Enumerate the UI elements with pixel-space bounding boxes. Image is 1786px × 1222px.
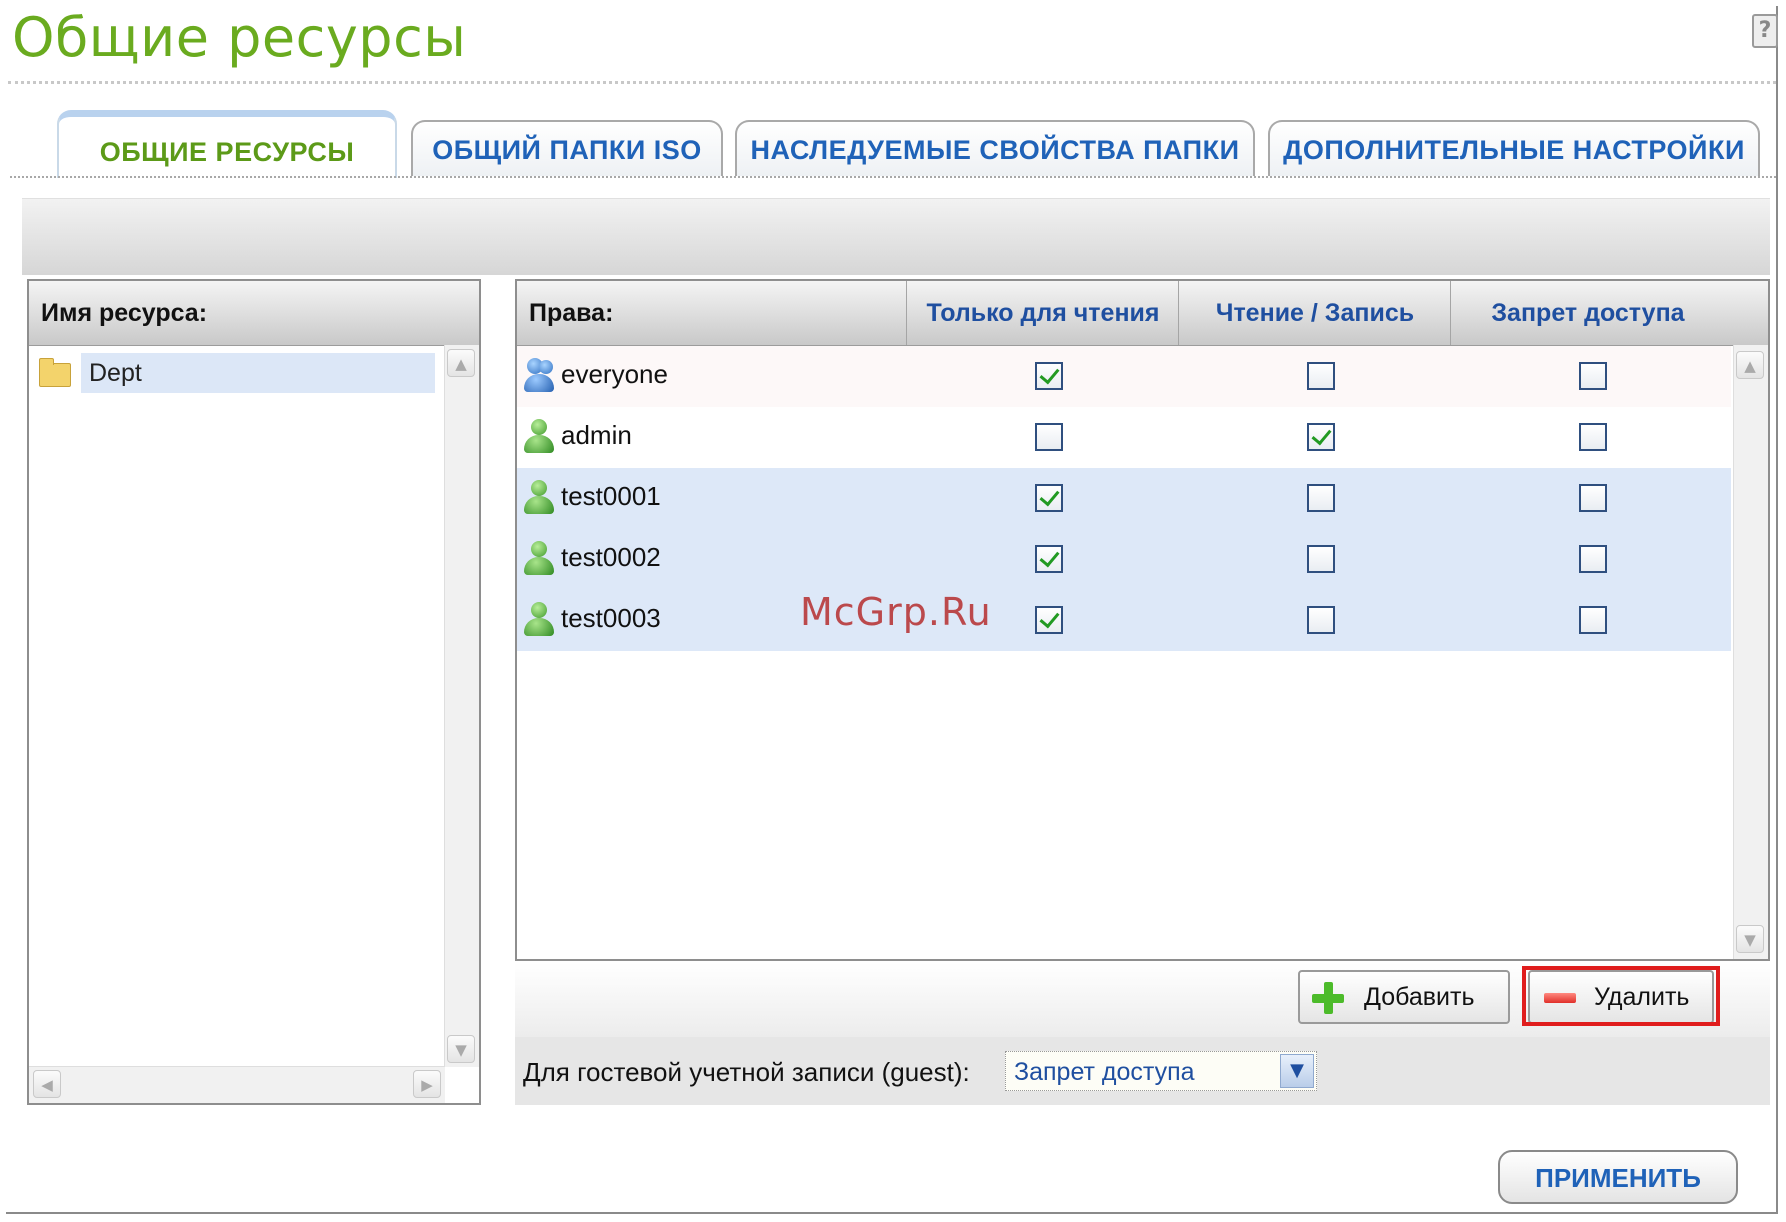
column-read-write[interactable]: Чтение / Запись (1178, 281, 1451, 345)
add-button-label: Добавить (1364, 983, 1475, 1011)
read-only-checkbox[interactable] (1035, 606, 1063, 634)
tab-shared-resources[interactable]: ОБЩИЕ РЕСУРСЫ (57, 110, 397, 178)
resource-horizontal-scrollbar[interactable]: ◀ ▶ (29, 1066, 445, 1103)
user-name: test0002 (561, 542, 661, 572)
read-write-checkbox[interactable] (1307, 545, 1335, 573)
user-name: test0003 (561, 603, 661, 633)
read-write-checkbox[interactable] (1307, 362, 1335, 390)
remove-highlight-box (1522, 966, 1720, 1026)
deny-checkbox[interactable] (1579, 362, 1607, 390)
scroll-up-icon[interactable]: ▲ (447, 349, 475, 377)
permission-row[interactable]: test0003 (517, 590, 1731, 651)
column-rights: Права: (529, 299, 614, 327)
resource-list-panel: Имя ресурса: Dept ▲ ▼ ◀ ▶ (27, 279, 481, 1105)
apply-button[interactable]: ПРИМЕНИТЬ (1498, 1150, 1738, 1204)
permissions-panel: Права: Только для чтения Чтение / Запись… (515, 279, 1770, 961)
guest-access-select[interactable]: Запрет доступа ▼ (1005, 1051, 1317, 1091)
title-separator (8, 81, 1776, 84)
tab-baseline (10, 176, 1776, 178)
read-only-checkbox[interactable] (1035, 362, 1063, 390)
permission-row[interactable]: test0001 (517, 468, 1731, 529)
user-name: test0001 (561, 481, 661, 511)
toolbar-band (22, 198, 1770, 275)
add-button[interactable]: Добавить (1298, 970, 1510, 1024)
user-group-icon (523, 358, 555, 394)
watermark: McGrp.Ru (800, 590, 992, 634)
help-icon[interactable]: ? (1752, 14, 1778, 48)
user-name: everyone (561, 359, 668, 389)
user-icon (523, 602, 555, 638)
read-only-checkbox[interactable] (1035, 484, 1063, 512)
deny-checkbox[interactable] (1579, 484, 1607, 512)
read-write-checkbox[interactable] (1307, 423, 1335, 451)
permissions-header: Права: Только для чтения Чтение / Запись… (517, 281, 1768, 346)
scroll-down-icon[interactable]: ▼ (1736, 925, 1764, 953)
permission-row[interactable]: test0002 (517, 529, 1731, 590)
tab-advanced-settings[interactable]: ДОПОЛНИТЕЛЬНЫЕ НАСТРОЙКИ (1268, 120, 1760, 176)
resource-list-header: Имя ресурса: (29, 281, 479, 346)
user-name: admin (561, 420, 632, 450)
scroll-right-icon[interactable]: ▶ (413, 1070, 441, 1098)
guest-access-label: Для гостевой учетной записи (guest): (523, 1057, 970, 1087)
resource-vertical-scrollbar[interactable]: ▲ ▼ (444, 345, 479, 1067)
folder-icon (39, 358, 71, 387)
deny-checkbox[interactable] (1579, 606, 1607, 634)
read-write-checkbox[interactable] (1307, 606, 1335, 634)
page-title: Общие ресурсы (12, 6, 467, 69)
permission-row[interactable]: admin (517, 407, 1731, 468)
user-icon (523, 480, 555, 516)
resource-item-dept[interactable]: Dept (81, 353, 435, 393)
scroll-up-icon[interactable]: ▲ (1736, 351, 1764, 379)
chevron-down-icon[interactable]: ▼ (1280, 1054, 1314, 1088)
scroll-left-icon[interactable]: ◀ (33, 1070, 61, 1098)
read-write-checkbox[interactable] (1307, 484, 1335, 512)
deny-checkbox[interactable] (1579, 545, 1607, 573)
tab-inherited-folder-properties[interactable]: НАСЛЕДУЕМЫЕ СВОЙСТВА ПАПКИ (735, 120, 1255, 176)
column-deny-access[interactable]: Запрет доступа (1450, 281, 1725, 345)
user-icon (523, 419, 555, 455)
permission-row[interactable]: everyone (517, 346, 1731, 407)
deny-checkbox[interactable] (1579, 423, 1607, 451)
read-only-checkbox[interactable] (1035, 545, 1063, 573)
tab-iso-shares[interactable]: ОБЩИЙ ПАПКИ ISO (411, 120, 723, 176)
column-read-only[interactable]: Только для чтения (906, 281, 1179, 345)
read-only-checkbox[interactable] (1035, 423, 1063, 451)
scroll-down-icon[interactable]: ▼ (447, 1035, 475, 1063)
plus-icon (1312, 982, 1344, 1014)
user-icon (523, 541, 555, 577)
permissions-vertical-scrollbar[interactable]: ▲ ▼ (1733, 345, 1768, 959)
guest-access-band: Для гостевой учетной записи (guest): Зап… (515, 1037, 1770, 1105)
guest-access-value: Запрет доступа (1014, 1058, 1195, 1086)
